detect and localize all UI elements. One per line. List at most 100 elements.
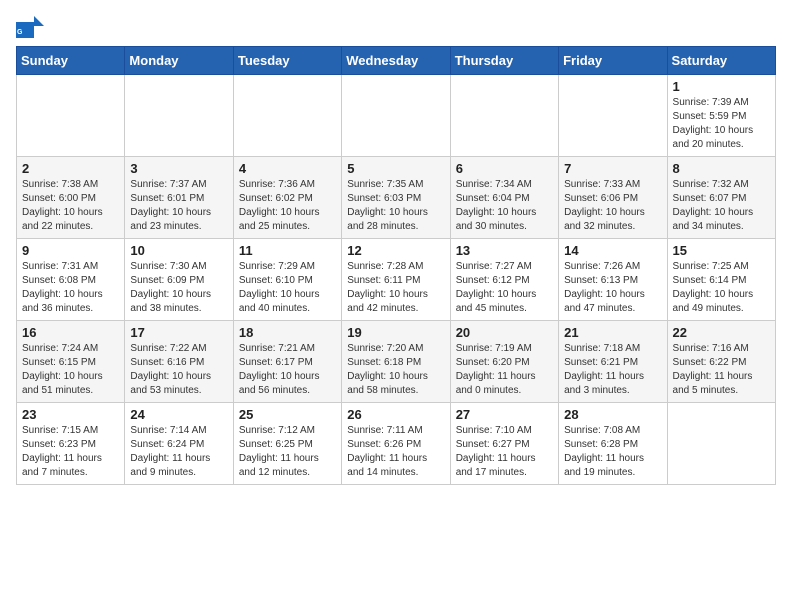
day-number: 5	[347, 161, 444, 176]
day-info: Sunrise: 7:20 AM Sunset: 6:18 PM Dayligh…	[347, 342, 444, 398]
calendar-cell	[17, 75, 125, 157]
day-info: Sunrise: 7:29 AM Sunset: 6:10 PM Dayligh…	[239, 260, 336, 316]
calendar-cell: 14 Sunrise: 7:26 AM Sunset: 6:13 PM Dayli…	[559, 239, 667, 321]
day-number: 7	[564, 161, 661, 176]
calendar-cell: 24 Sunrise: 7:14 AM Sunset: 6:24 PM Dayli…	[125, 403, 233, 485]
weekday-header-friday: Friday	[559, 47, 667, 75]
day-info: Sunrise: 7:24 AM Sunset: 6:15 PM Dayligh…	[22, 342, 119, 398]
day-info: Sunrise: 7:28 AM Sunset: 6:11 PM Dayligh…	[347, 260, 444, 316]
day-number: 1	[673, 79, 770, 94]
calendar-cell: 11 Sunrise: 7:29 AM Sunset: 6:10 PM Dayli…	[233, 239, 341, 321]
day-info: Sunrise: 7:26 AM Sunset: 6:13 PM Dayligh…	[564, 260, 661, 316]
day-number: 13	[456, 243, 553, 258]
weekday-header-sunday: Sunday	[17, 47, 125, 75]
day-number: 25	[239, 407, 336, 422]
calendar-cell: 10 Sunrise: 7:30 AM Sunset: 6:09 PM Dayli…	[125, 239, 233, 321]
day-info: Sunrise: 7:39 AM Sunset: 5:59 PM Dayligh…	[673, 96, 770, 152]
day-number: 9	[22, 243, 119, 258]
day-number: 17	[130, 325, 227, 340]
calendar-cell: 7 Sunrise: 7:33 AM Sunset: 6:06 PM Daylig…	[559, 157, 667, 239]
day-number: 28	[564, 407, 661, 422]
calendar-week-5: 23 Sunrise: 7:15 AM Sunset: 6:23 PM Dayli…	[17, 403, 776, 485]
day-info: Sunrise: 7:19 AM Sunset: 6:20 PM Dayligh…	[456, 342, 553, 398]
day-info: Sunrise: 7:38 AM Sunset: 6:00 PM Dayligh…	[22, 178, 119, 234]
calendar-cell: 13 Sunrise: 7:27 AM Sunset: 6:12 PM Dayli…	[450, 239, 558, 321]
calendar-cell: 22 Sunrise: 7:16 AM Sunset: 6:22 PM Dayli…	[667, 321, 775, 403]
calendar-header-row: SundayMondayTuesdayWednesdayThursdayFrid…	[17, 47, 776, 75]
calendar-cell: 19 Sunrise: 7:20 AM Sunset: 6:18 PM Dayli…	[342, 321, 450, 403]
calendar-cell: 20 Sunrise: 7:19 AM Sunset: 6:20 PM Dayli…	[450, 321, 558, 403]
calendar-week-4: 16Sunrise: 7:24 AM Sunset: 6:15 PM Dayli…	[17, 321, 776, 403]
calendar-cell: 23 Sunrise: 7:15 AM Sunset: 6:23 PM Dayli…	[17, 403, 125, 485]
calendar-cell	[667, 403, 775, 485]
calendar-cell	[450, 75, 558, 157]
calendar-cell: 12 Sunrise: 7:28 AM Sunset: 6:11 PM Dayli…	[342, 239, 450, 321]
day-info: Sunrise: 7:15 AM Sunset: 6:23 PM Dayligh…	[22, 424, 119, 480]
day-info: Sunrise: 7:14 AM Sunset: 6:24 PM Dayligh…	[130, 424, 227, 480]
day-number: 18	[239, 325, 336, 340]
day-info: Sunrise: 7:21 AM Sunset: 6:17 PM Dayligh…	[239, 342, 336, 398]
calendar-cell	[342, 75, 450, 157]
day-number: 14	[564, 243, 661, 258]
day-info: Sunrise: 7:34 AM Sunset: 6:04 PM Dayligh…	[456, 178, 553, 234]
calendar-cell: 9Sunrise: 7:31 AM Sunset: 6:08 PM Daylig…	[17, 239, 125, 321]
calendar-cell: 28 Sunrise: 7:08 AM Sunset: 6:28 PM Dayli…	[559, 403, 667, 485]
day-number: 21	[564, 325, 661, 340]
day-info: Sunrise: 7:16 AM Sunset: 6:22 PM Dayligh…	[673, 342, 770, 398]
calendar-cell: 16Sunrise: 7:24 AM Sunset: 6:15 PM Dayli…	[17, 321, 125, 403]
day-info: Sunrise: 7:30 AM Sunset: 6:09 PM Dayligh…	[130, 260, 227, 316]
calendar-cell: 18 Sunrise: 7:21 AM Sunset: 6:17 PM Dayli…	[233, 321, 341, 403]
calendar-cell: 15 Sunrise: 7:25 AM Sunset: 6:14 PM Dayli…	[667, 239, 775, 321]
day-number: 19	[347, 325, 444, 340]
logo: G	[16, 16, 48, 38]
day-info: Sunrise: 7:25 AM Sunset: 6:14 PM Dayligh…	[673, 260, 770, 316]
page-header: G	[16, 16, 776, 38]
calendar-cell: 1 Sunrise: 7:39 AM Sunset: 5:59 PM Daylig…	[667, 75, 775, 157]
day-number: 2	[22, 161, 119, 176]
day-info: Sunrise: 7:18 AM Sunset: 6:21 PM Dayligh…	[564, 342, 661, 398]
svg-text:G: G	[17, 29, 23, 36]
day-info: Sunrise: 7:37 AM Sunset: 6:01 PM Dayligh…	[130, 178, 227, 234]
day-number: 4	[239, 161, 336, 176]
day-number: 10	[130, 243, 227, 258]
calendar-cell: 26 Sunrise: 7:11 AM Sunset: 6:26 PM Dayli…	[342, 403, 450, 485]
day-info: Sunrise: 7:12 AM Sunset: 6:25 PM Dayligh…	[239, 424, 336, 480]
calendar-cell	[559, 75, 667, 157]
day-number: 23	[22, 407, 119, 422]
calendar-cell: 6 Sunrise: 7:34 AM Sunset: 6:04 PM Daylig…	[450, 157, 558, 239]
weekday-header-monday: Monday	[125, 47, 233, 75]
day-info: Sunrise: 7:10 AM Sunset: 6:27 PM Dayligh…	[456, 424, 553, 480]
calendar-cell: 4 Sunrise: 7:36 AM Sunset: 6:02 PM Daylig…	[233, 157, 341, 239]
calendar-cell: 8 Sunrise: 7:32 AM Sunset: 6:07 PM Daylig…	[667, 157, 775, 239]
calendar-table: SundayMondayTuesdayWednesdayThursdayFrid…	[16, 46, 776, 485]
day-info: Sunrise: 7:35 AM Sunset: 6:03 PM Dayligh…	[347, 178, 444, 234]
day-number: 20	[456, 325, 553, 340]
day-number: 15	[673, 243, 770, 258]
day-number: 8	[673, 161, 770, 176]
calendar-cell	[233, 75, 341, 157]
calendar-cell: 5 Sunrise: 7:35 AM Sunset: 6:03 PM Daylig…	[342, 157, 450, 239]
day-number: 26	[347, 407, 444, 422]
day-info: Sunrise: 7:11 AM Sunset: 6:26 PM Dayligh…	[347, 424, 444, 480]
day-number: 22	[673, 325, 770, 340]
day-number: 12	[347, 243, 444, 258]
day-number: 11	[239, 243, 336, 258]
day-info: Sunrise: 7:27 AM Sunset: 6:12 PM Dayligh…	[456, 260, 553, 316]
weekday-header-saturday: Saturday	[667, 47, 775, 75]
day-info: Sunrise: 7:08 AM Sunset: 6:28 PM Dayligh…	[564, 424, 661, 480]
day-number: 3	[130, 161, 227, 176]
calendar-cell: 25 Sunrise: 7:12 AM Sunset: 6:25 PM Dayli…	[233, 403, 341, 485]
weekday-header-tuesday: Tuesday	[233, 47, 341, 75]
day-number: 6	[456, 161, 553, 176]
calendar-cell	[125, 75, 233, 157]
day-info: Sunrise: 7:32 AM Sunset: 6:07 PM Dayligh…	[673, 178, 770, 234]
day-number: 27	[456, 407, 553, 422]
calendar-week-2: 2 Sunrise: 7:38 AM Sunset: 6:00 PM Daylig…	[17, 157, 776, 239]
calendar-cell: 27 Sunrise: 7:10 AM Sunset: 6:27 PM Dayli…	[450, 403, 558, 485]
day-info: Sunrise: 7:22 AM Sunset: 6:16 PM Dayligh…	[130, 342, 227, 398]
weekday-header-thursday: Thursday	[450, 47, 558, 75]
day-info: Sunrise: 7:36 AM Sunset: 6:02 PM Dayligh…	[239, 178, 336, 234]
day-info: Sunrise: 7:33 AM Sunset: 6:06 PM Dayligh…	[564, 178, 661, 234]
day-number: 24	[130, 407, 227, 422]
calendar-week-3: 9Sunrise: 7:31 AM Sunset: 6:08 PM Daylig…	[17, 239, 776, 321]
